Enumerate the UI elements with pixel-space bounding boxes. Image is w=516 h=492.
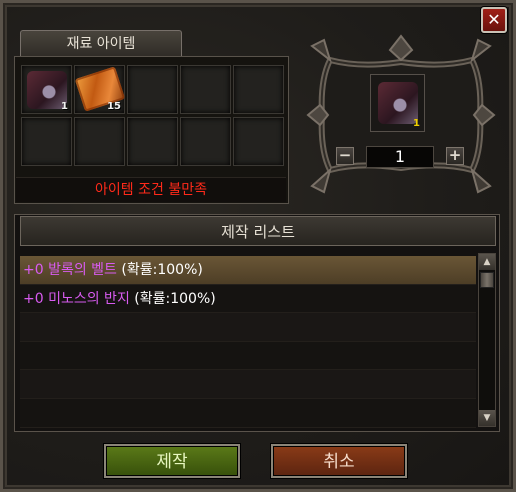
list-item[interactable]: +0 발록의 벨트 (확률:100%) <box>20 256 476 285</box>
material-slot[interactable] <box>21 117 72 166</box>
scroll-up-icon[interactable]: ▲ <box>479 254 495 270</box>
recipe-name: +0 발록의 벨트 <box>23 262 117 278</box>
material-slot[interactable] <box>74 117 125 166</box>
material-grid: 1 15 <box>21 65 286 169</box>
material-slot[interactable] <box>127 65 178 114</box>
recipe-rate: (확률:100%) <box>129 290 216 307</box>
result-slot[interactable]: 1 <box>370 74 425 132</box>
list-item[interactable] <box>20 370 476 399</box>
material-slot[interactable] <box>233 117 284 166</box>
recipe-name: +0 미노스의 반지 <box>23 290 130 307</box>
decrease-quantity-button[interactable]: − <box>336 147 354 165</box>
material-slot[interactable] <box>180 65 231 114</box>
belt-icon <box>378 82 418 124</box>
recipe-rate: (확률:100%) <box>116 262 203 278</box>
result-quantity: 1 <box>413 118 420 129</box>
craft-list: +0 발록의 벨트 (확률:100%) +0 미노스의 반지 (확률:100%) <box>20 256 476 428</box>
scroll-down-icon[interactable]: ▼ <box>479 410 495 426</box>
material-slot[interactable] <box>233 65 284 114</box>
craft-list-scrollbar[interactable]: ▲ ▼ <box>478 253 496 427</box>
craft-button[interactable]: 제작 <box>104 444 240 478</box>
material-slot[interactable]: 1 <box>21 65 72 114</box>
close-icon: ✕ <box>487 10 501 29</box>
list-item[interactable] <box>20 341 476 371</box>
materials-tab: 재료 아이템 <box>20 30 182 57</box>
quantity-input[interactable]: 1 <box>366 146 434 168</box>
scroll-thumb[interactable] <box>480 272 494 288</box>
list-item[interactable] <box>20 313 476 342</box>
material-slot[interactable] <box>127 117 178 166</box>
condition-message: 아이템 조건 불만족 <box>16 177 286 202</box>
list-item[interactable] <box>20 398 476 428</box>
craft-list-header: 제작 리스트 <box>20 216 496 246</box>
increase-quantity-button[interactable]: + <box>446 147 464 165</box>
slot-quantity: 1 <box>61 101 68 112</box>
cancel-button[interactable]: 취소 <box>271 444 407 478</box>
material-slot[interactable] <box>180 117 231 166</box>
material-slot[interactable]: 15 <box>74 65 126 114</box>
list-item[interactable]: +0 미노스의 반지 (확률:100%) <box>20 284 476 314</box>
slot-quantity: 15 <box>107 101 121 112</box>
